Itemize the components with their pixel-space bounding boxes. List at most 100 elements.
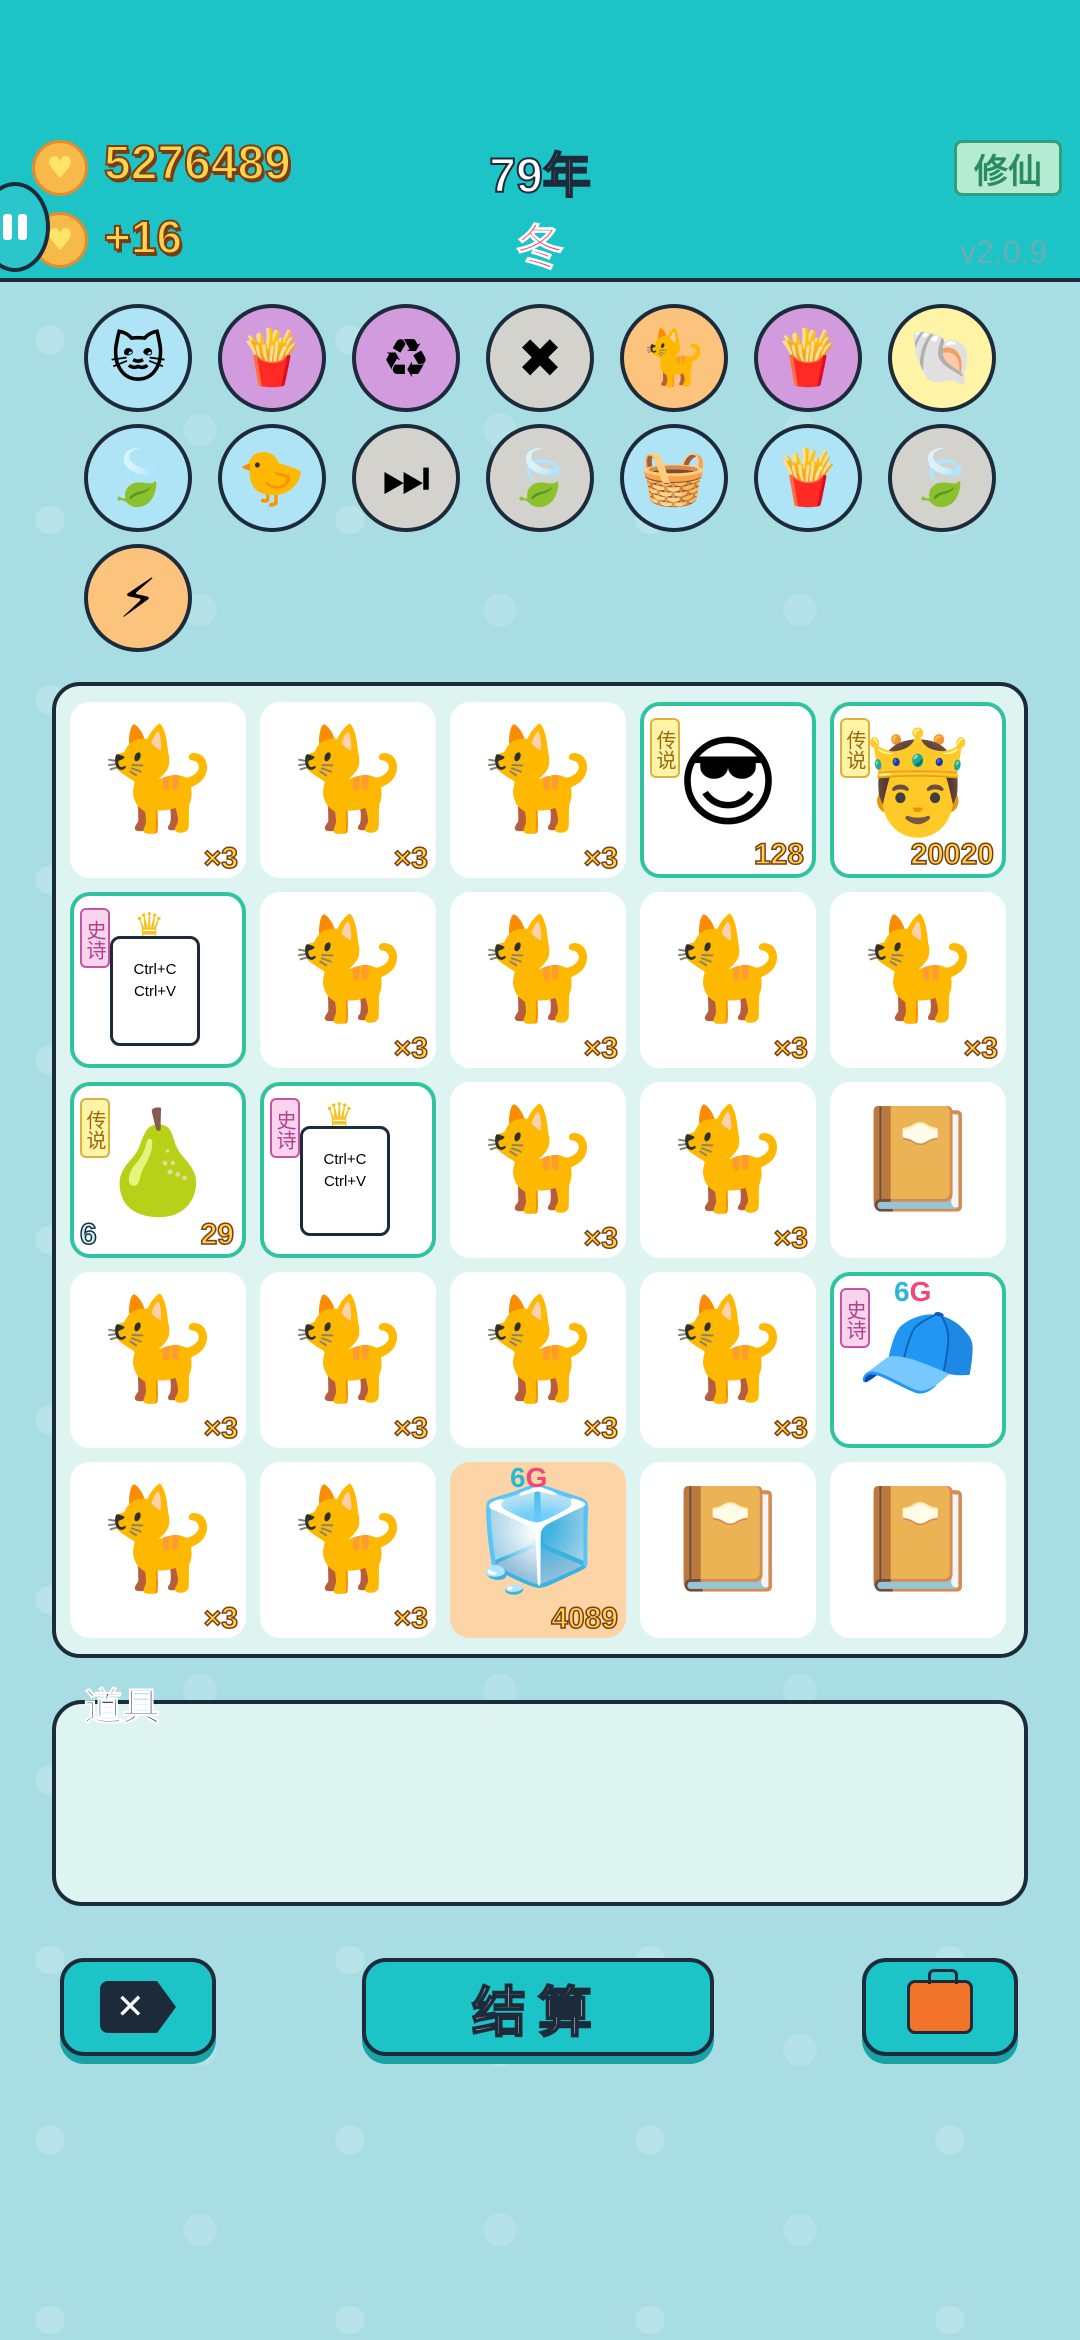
board-cell-cat[interactable]: 🐈 ×3 bbox=[640, 892, 816, 1068]
settle-button[interactable]: 结算 bbox=[362, 1958, 714, 2056]
board-cell-cat[interactable]: 🐈 ×3 bbox=[260, 1272, 436, 1448]
cultivation-mode-button[interactable]: 修仙 bbox=[954, 140, 1062, 196]
board-cell-cat[interactable]: 🐈 ×3 bbox=[640, 1272, 816, 1448]
book-icon: 📔 bbox=[855, 1100, 981, 1217]
badge-number: 6 bbox=[510, 1462, 526, 1493]
items-panel bbox=[52, 1700, 1028, 1906]
top-bar: ♥ 5276489 ♥ +16 79年 冬 修仙 v2.0.9 bbox=[0, 0, 1080, 282]
board-cell-crowned-old-man[interactable]: 🤴 传说 20020 bbox=[830, 702, 1006, 878]
board-cell-cat[interactable]: 🐈 ×3 bbox=[260, 702, 436, 878]
cat-icon: 🐈 bbox=[475, 910, 601, 1027]
board-cell-cat[interactable]: 🐈 ×3 bbox=[830, 892, 1006, 1068]
version-label: v2.0.9 bbox=[960, 234, 1048, 270]
board-cell-cat[interactable]: 🐈 ×3 bbox=[260, 892, 436, 1068]
board-cell-copy-paste[interactable]: ♛ Ctrl+C Ctrl+V 史诗 bbox=[260, 1082, 436, 1258]
board-cell-red-cap-boy[interactable]: 🧢 史诗 6G bbox=[830, 1272, 1006, 1448]
board-cell-cat[interactable]: 🐈 ×3 bbox=[70, 702, 246, 878]
cell-count: ×3 bbox=[583, 1221, 619, 1256]
cell-count: ×3 bbox=[583, 841, 619, 876]
cat-icon: 🐈 bbox=[285, 910, 411, 1027]
effect-delete-tag-icon[interactable]: ✖ bbox=[486, 304, 594, 412]
cell-count: 29 bbox=[200, 1217, 235, 1252]
effect-fries-icon[interactable]: 🍟 bbox=[754, 304, 862, 412]
board-cell-cat[interactable]: 🐈 ×3 bbox=[450, 892, 626, 1068]
cell-count: ×3 bbox=[583, 1411, 619, 1446]
copy-label: Ctrl+C bbox=[133, 961, 177, 978]
effect-shell-icon[interactable]: 🐚 bbox=[888, 304, 996, 412]
book-icon: 📔 bbox=[855, 1480, 981, 1597]
effect-recycle-icon[interactable]: ♻ bbox=[352, 304, 460, 412]
cell-count: ×3 bbox=[393, 1411, 429, 1446]
effect-leaf-icon[interactable]: 🍃 bbox=[84, 424, 192, 532]
board-cell-book[interactable]: 📔 bbox=[830, 1462, 1006, 1638]
board-cell-pomelo[interactable]: 🍐 传说 6 29 bbox=[70, 1082, 246, 1258]
effect-cat-drink-icon[interactable]: 🐱 bbox=[84, 304, 192, 412]
effect-leaf-icon[interactable]: 🍃 bbox=[888, 424, 996, 532]
cat-icon: 🐈 bbox=[475, 1100, 601, 1217]
cell-count: ×3 bbox=[393, 1601, 429, 1636]
cell-count: ×3 bbox=[963, 1031, 999, 1066]
coin-total: 5276489 bbox=[103, 136, 292, 191]
badge-letter: G bbox=[909, 1276, 932, 1307]
effect-chick-egg-icon[interactable]: 🐤 bbox=[218, 424, 326, 532]
inventory-button[interactable] bbox=[862, 1958, 1018, 2056]
badge-number: 6 bbox=[894, 1276, 910, 1307]
board-cell-cat[interactable]: 🐈 ×3 bbox=[450, 1082, 626, 1258]
network-badge: 6G bbox=[894, 1276, 931, 1308]
cell-count: ×3 bbox=[393, 841, 429, 876]
board-cell-cat[interactable]: 🐈 ×3 bbox=[450, 1272, 626, 1448]
cat-icon: 🐈 bbox=[665, 1100, 791, 1217]
cell-count: ×3 bbox=[203, 841, 239, 876]
cat-icon: 🐈 bbox=[285, 1290, 411, 1407]
board-cell-sunglasses-man[interactable]: 😎 传说 128 bbox=[640, 702, 816, 878]
copy-paste-card: Ctrl+C Ctrl+V bbox=[300, 1119, 417, 1236]
effect-fries-icon[interactable]: 🍟 bbox=[754, 424, 862, 532]
cell-count: ×3 bbox=[203, 1411, 239, 1446]
remove-button[interactable]: ✕ bbox=[60, 1958, 216, 2056]
cell-count: ×3 bbox=[773, 1411, 809, 1446]
board-cell-cat[interactable]: 🐈 ×3 bbox=[640, 1082, 816, 1258]
effect-lightning-icon[interactable]: ⚡ bbox=[84, 544, 192, 652]
cell-left-number: 6 bbox=[79, 1217, 97, 1252]
board-cell-cat[interactable]: 🐈 ×3 bbox=[450, 702, 626, 878]
cat-icon: 🐈 bbox=[95, 720, 221, 837]
rarity-tag: 史诗 bbox=[80, 908, 110, 968]
cell-count: ×3 bbox=[583, 1031, 619, 1066]
coin-icon: ♥ bbox=[32, 140, 88, 196]
board-cell-copy-paste[interactable]: ♛ Ctrl+C Ctrl+V 史诗 bbox=[70, 892, 246, 1068]
cat-icon: 🐈 bbox=[475, 720, 601, 837]
cat-icon: 🐈 bbox=[95, 1480, 221, 1597]
rarity-tag: 传说 bbox=[80, 1098, 110, 1158]
delete-tag-icon: ✕ bbox=[100, 1981, 176, 2033]
network-badge: 6G bbox=[510, 1462, 547, 1494]
briefcase-icon bbox=[907, 1969, 973, 2034]
cell-count: 128 bbox=[753, 837, 805, 872]
cat-icon: 🐈 bbox=[285, 720, 411, 837]
cell-count: ×3 bbox=[203, 1601, 239, 1636]
income-per-turn: +16 bbox=[103, 210, 183, 264]
cat-icon: 🐈 bbox=[95, 1290, 221, 1407]
rarity-tag: 史诗 bbox=[840, 1288, 870, 1348]
rarity-tag: 传说 bbox=[840, 718, 870, 778]
effect-skip-icon[interactable]: ⏭ bbox=[352, 424, 460, 532]
effect-fries-icon[interactable]: 🍟 bbox=[218, 304, 326, 412]
game-board: 🐈 ×3 🐈 ×3 🐈 ×3 😎 传说 128 🤴 传说 20020 ♛ Ctrl+C Ctrl+V 史诗 🐈 ×… bbox=[52, 682, 1028, 1658]
effect-twin-cats-icon[interactable]: 🐈 bbox=[620, 304, 728, 412]
year-display: 79年 bbox=[488, 149, 591, 204]
board-cell-fridge[interactable]: 🧊 6G 4089 bbox=[450, 1462, 626, 1638]
cell-count: ×3 bbox=[393, 1031, 429, 1066]
cat-icon: 🐈 bbox=[475, 1290, 601, 1407]
board-cell-book[interactable]: 📔 bbox=[640, 1462, 816, 1638]
rarity-tag: 史诗 bbox=[270, 1098, 300, 1158]
effect-leaf-icon[interactable]: 🍃 bbox=[486, 424, 594, 532]
cell-count: 4089 bbox=[551, 1601, 619, 1636]
cell-count: ×3 bbox=[773, 1221, 809, 1256]
paste-label: Ctrl+V bbox=[133, 983, 177, 1000]
board-cell-book[interactable]: 📔 bbox=[830, 1082, 1006, 1258]
cell-count: 20020 bbox=[910, 837, 995, 872]
effect-fruit-basket-icon[interactable]: 🧺 bbox=[620, 424, 728, 532]
board-cell-cat[interactable]: 🐈 ×3 bbox=[260, 1462, 436, 1638]
season-display: 冬 bbox=[515, 220, 564, 277]
board-cell-cat[interactable]: 🐈 ×3 bbox=[70, 1272, 246, 1448]
board-cell-cat[interactable]: 🐈 ×3 bbox=[70, 1462, 246, 1638]
